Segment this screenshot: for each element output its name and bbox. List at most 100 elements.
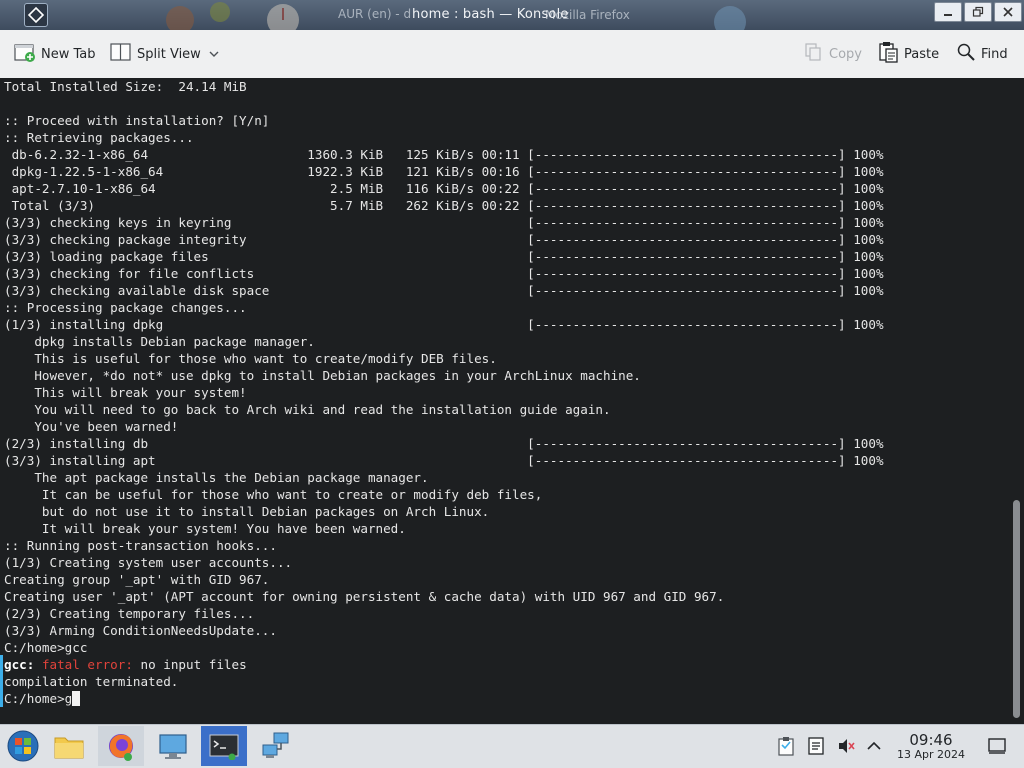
- terminal-line: Creating group '_apt' with GID 967.: [4, 572, 270, 587]
- terminal-line: It can be useful for those who want to c…: [4, 487, 543, 502]
- terminal-line: (1/3) Creating system user accounts...: [4, 555, 293, 570]
- terminal-line: You will need to go back to Arch wiki an…: [4, 402, 611, 417]
- terminal-line: (3/3) loading package files [-----------…: [4, 249, 884, 264]
- maximize-button[interactable]: [964, 2, 992, 22]
- terminal-line: dpkg-1.22.5-1-x86_64 1922.3 KiB 121 KiB/…: [4, 164, 884, 179]
- clock-date[interactable]: 13 Apr 2024: [888, 748, 974, 761]
- copy-label: Copy: [829, 46, 862, 62]
- find-label: Find: [981, 46, 1008, 62]
- terminal-line: Total (3/3) 5.7 MiB 262 KiB/s 00:22 [---…: [4, 198, 884, 213]
- error-message: no input files: [132, 657, 247, 672]
- show-desktop-button[interactable]: [987, 736, 1007, 756]
- close-icon: [1003, 7, 1013, 17]
- terminal-line: You've been warned!: [4, 419, 179, 434]
- minimize-icon: [944, 14, 952, 16]
- error-prefix: gcc:: [4, 657, 35, 672]
- background-clock-decoration: [267, 4, 299, 30]
- fatal-error-label: fatal error:: [41, 657, 133, 672]
- terminal-line: (3/3) installing apt [------------------…: [4, 453, 884, 468]
- terminal-icon: [209, 734, 239, 760]
- paste-label: Paste: [904, 46, 940, 62]
- tray-notes[interactable]: [806, 736, 826, 756]
- screen: AUR (en) - d Mozilla Firefox home : bash…: [0, 0, 1024, 768]
- desktop-icon: [988, 738, 1006, 754]
- tray-expand-button[interactable]: [864, 736, 884, 756]
- copy-icon: [804, 42, 824, 66]
- window-menu-button[interactable]: [24, 3, 48, 27]
- taskbar-file-manager[interactable]: [46, 726, 92, 766]
- window-title: home : bash — Konsole: [412, 7, 569, 22]
- diamond-icon: [27, 6, 45, 24]
- paste-button[interactable]: Paste: [877, 42, 939, 66]
- terminal-line: db-6.2.32-1-x86_64 1360.3 KiB 125 KiB/s …: [4, 147, 884, 162]
- search-icon: [956, 42, 976, 66]
- terminal-line: :: Retrieving packages...: [4, 130, 194, 145]
- terminal-line: (3/3) checking keys in keyring [--------…: [4, 215, 884, 230]
- terminal-line: compilation terminated.: [4, 674, 179, 689]
- terminal-line: Creating user '_apt' (APT account for ow…: [4, 589, 725, 604]
- taskbar-system-settings[interactable]: [150, 726, 196, 766]
- paste-icon: [877, 41, 899, 67]
- background-window-decoration: [166, 2, 230, 30]
- close-button[interactable]: [994, 2, 1022, 22]
- terminal-line: It will break your system! You have been…: [4, 521, 406, 536]
- terminal-line: (2/3) installing db [-------------------…: [4, 436, 884, 451]
- terminal-scrollbar-thumb[interactable]: [1013, 500, 1020, 718]
- terminal-output[interactable]: Total Installed Size: 24.14 MiB:: Procee…: [0, 78, 1010, 724]
- terminal-line: (3/3) checking available disk space [---…: [4, 283, 884, 298]
- taskbar-network[interactable]: [253, 726, 299, 766]
- terminal-line: :: Running post-transaction hooks...: [4, 538, 277, 553]
- new-tab-icon: [14, 42, 36, 66]
- tray-volume[interactable]: [836, 736, 856, 756]
- terminal-line: (3/3) checking for file conflicts [-----…: [4, 266, 884, 281]
- terminal-prompt-line[interactable]: C:/home>g: [4, 690, 81, 707]
- terminal-line: (1/3) installing dpkg [-----------------…: [4, 317, 884, 332]
- minimize-button[interactable]: [934, 2, 962, 22]
- konsole-toolbar: New Tab Split View Copy Paste Find: [0, 30, 1024, 79]
- firefox-icon: [109, 734, 133, 761]
- split-view-label: Split View: [137, 46, 201, 62]
- start-orb-icon: [7, 730, 39, 762]
- split-view-button[interactable]: Split View: [110, 42, 224, 66]
- terminal-line: However, *do not* use dpkg to install De…: [4, 368, 641, 383]
- terminal-line: :: Processing package changes...: [4, 300, 247, 315]
- new-tab-label: New Tab: [41, 46, 96, 62]
- text-cursor: [72, 691, 81, 706]
- terminal-line: (3/3) checking package integrity [------…: [4, 232, 884, 247]
- terminal-error-line: gcc: fatal error: no input files: [4, 656, 247, 673]
- clipboard-icon: [778, 737, 794, 756]
- taskbar-firefox[interactable]: [98, 726, 144, 766]
- terminal-line: This will break your system!: [4, 385, 247, 400]
- terminal-line: Total Installed Size: 24.14 MiB: [4, 79, 247, 94]
- new-tab-button[interactable]: New Tab: [14, 42, 96, 66]
- monitor-icon: [159, 734, 187, 759]
- split-view-icon: [110, 42, 132, 66]
- notes-icon: [808, 737, 824, 755]
- restore-icon: [972, 6, 984, 17]
- terminal-marker: [0, 655, 3, 707]
- background-globe-decoration: [714, 6, 746, 30]
- terminal-line: :: Proceed with installation? [Y/n]: [4, 113, 270, 128]
- terminal-line: C:/home>gcc: [4, 640, 88, 655]
- start-menu-button[interactable]: [0, 726, 46, 766]
- terminal-line: apt-2.7.10-1-x86_64 2.5 MiB 116 KiB/s 00…: [4, 181, 884, 196]
- background-window-title: AUR (en) - d: [338, 7, 412, 21]
- window-titlebar[interactable]: AUR (en) - d Mozilla Firefox home : bash…: [0, 0, 1024, 30]
- chevron-down-icon: [209, 47, 219, 62]
- clock-time[interactable]: 09:46: [890, 731, 972, 749]
- folder-icon: [54, 737, 84, 759]
- terminal-line: This is useful for those who want to cre…: [4, 351, 497, 366]
- terminal-line: (2/3) Creating temporary files...: [4, 606, 255, 621]
- tray-clipboard-manager[interactable]: [776, 736, 796, 756]
- taskbar-konsole[interactable]: [201, 726, 247, 766]
- copy-button[interactable]: Copy: [804, 42, 862, 66]
- network-icon: [262, 732, 289, 758]
- chevron-up-icon: [867, 741, 881, 750]
- terminal-line: but do not use it to install Debian pack…: [4, 504, 490, 519]
- terminal-line: (3/3) Arming ConditionNeedsUpdate...: [4, 623, 277, 638]
- terminal-line: dpkg installs Debian package manager.: [4, 334, 315, 349]
- terminal-prompt: C:/home>g: [4, 691, 73, 706]
- find-button[interactable]: Find: [956, 42, 1008, 66]
- window-controls: [934, 2, 1022, 22]
- volume-muted-icon: [839, 739, 855, 753]
